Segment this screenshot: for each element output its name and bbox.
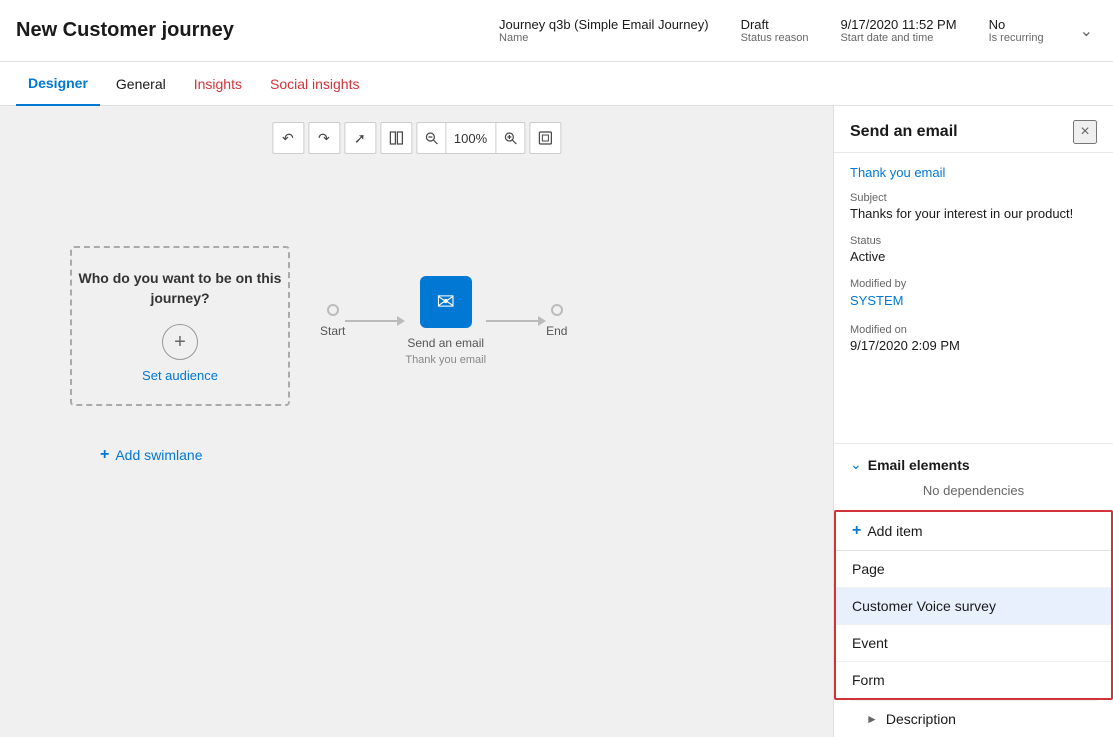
email-elements-title: Email elements <box>868 457 970 473</box>
status-reason-label: Status reason <box>741 32 809 44</box>
email-node[interactable]: ✉ Send an email Thank you email <box>405 276 486 366</box>
email-elements-section: ⌄ Email elements No dependencies + Add i… <box>834 443 1113 737</box>
status-reason-value: Draft <box>741 17 809 32</box>
right-panel: Send an email × Thank you email Subject … <box>833 106 1113 737</box>
modified-by-label: Modified by <box>850 278 1097 290</box>
expand-button[interactable]: ➚ <box>344 122 376 154</box>
set-audience-link[interactable]: Set audience <box>142 368 218 383</box>
tab-social-insights-label: Social insights <box>270 76 360 92</box>
canvas-toolbar: ↶ ↷ ➚ 100% <box>264 114 569 162</box>
tab-general[interactable]: General <box>104 62 178 106</box>
email-link[interactable]: Thank you email <box>850 165 1097 180</box>
page-title: New Customer journey <box>16 19 234 42</box>
header-meta-status: Draft Status reason <box>741 17 809 44</box>
panel-title: Send an email <box>850 123 958 141</box>
modified-by-link[interactable]: SYSTEM <box>850 293 903 308</box>
add-item-plus-icon: + <box>852 522 861 540</box>
recurring-value: No <box>989 17 1044 32</box>
dropdown-item-page[interactable]: Page <box>836 551 1111 588</box>
panel-header: Send an email × <box>834 106 1113 153</box>
audience-box-text: Who do you want to be on this journey? <box>72 269 288 308</box>
audience-plus-icon[interactable]: + <box>162 324 198 360</box>
dropdown-item-form-label: Form <box>852 672 885 688</box>
email-node-label: Send an email <box>407 336 484 350</box>
end-label: End <box>546 324 567 338</box>
add-item-dropdown: + Add item Page Customer Voice survey Ev… <box>834 510 1113 700</box>
header-expand-icon[interactable]: ⌄ <box>1076 17 1097 45</box>
tab-insights-label: Insights <box>194 76 242 92</box>
email-elements-chevron-icon[interactable]: ⌄ <box>850 456 862 473</box>
start-label: Start <box>320 324 345 338</box>
tab-social-insights[interactable]: Social insights <box>258 62 372 106</box>
status-value: Active <box>850 249 1097 264</box>
add-item-button[interactable]: + Add item <box>836 512 1111 551</box>
flow-arrow-2 <box>486 316 546 326</box>
panel-close-button[interactable]: × <box>1073 120 1097 144</box>
zoom-out-button[interactable] <box>417 122 445 154</box>
dropdown-item-page-label: Page <box>852 561 885 577</box>
header-meta: Journey q3b (Simple Email Journey) Name … <box>499 17 1097 45</box>
status-field: Status Active <box>850 235 1097 264</box>
main-layout: ↶ ↷ ➚ 100% Who do you w <box>0 106 1113 737</box>
start-date-value: 9/17/2020 11:52 PM <box>840 17 956 32</box>
email-node-sublabel: Thank you email <box>405 354 486 366</box>
end-node: End <box>546 304 567 338</box>
modified-by-field: Modified by SYSTEM <box>850 278 1097 310</box>
dropdown-item-event-label: Event <box>852 635 888 651</box>
subject-value: Thanks for your interest in our product! <box>850 206 1097 221</box>
status-label: Status <box>850 235 1097 247</box>
add-item-label: Add item <box>867 523 922 539</box>
journey-name-value: Journey q3b (Simple Email Journey) <box>499 17 709 32</box>
tab-insights[interactable]: Insights <box>182 62 254 106</box>
fit-button[interactable] <box>529 122 561 154</box>
journey-flow: Start ✉ Send an email Thank you email <box>320 276 567 366</box>
add-swimlane-label: Add swimlane <box>115 447 202 463</box>
email-elements-header: ⌄ Email elements <box>850 456 1097 473</box>
tabs-bar: Designer General Insights Social insight… <box>0 62 1113 106</box>
description-row[interactable]: ► Description <box>850 700 1097 737</box>
flow-arrow-1 <box>345 316 405 326</box>
no-dependencies-label: No dependencies <box>850 483 1097 498</box>
dropdown-item-customer-voice[interactable]: Customer Voice survey <box>836 588 1111 625</box>
email-icon: ✉ <box>436 289 454 315</box>
tab-general-label: General <box>116 76 166 92</box>
dropdown-item-event[interactable]: Event <box>836 625 1111 662</box>
redo-button[interactable]: ↷ <box>308 122 340 154</box>
tab-designer[interactable]: Designer <box>16 62 100 106</box>
subject-label: Subject <box>850 192 1097 204</box>
add-swimlane-icon: + <box>100 446 109 464</box>
zoom-in-button[interactable] <box>496 122 524 154</box>
dropdown-item-customer-voice-label: Customer Voice survey <box>852 598 996 614</box>
undo-button[interactable]: ↶ <box>272 122 304 154</box>
description-label: Description <box>886 711 956 727</box>
journey-name-label: Name <box>499 32 709 44</box>
header-meta-name: Journey q3b (Simple Email Journey) Name <box>499 17 709 44</box>
dropdown-item-form[interactable]: Form <box>836 662 1111 698</box>
subject-field: Subject Thanks for your interest in our … <box>850 192 1097 221</box>
start-date-label: Start date and time <box>840 32 956 44</box>
description-chevron-icon: ► <box>866 712 878 726</box>
journey-canvas[interactable]: ↶ ↷ ➚ 100% Who do you w <box>0 106 833 737</box>
header-meta-date: 9/17/2020 11:52 PM Start date and time <box>840 17 956 44</box>
zoom-control: 100% <box>416 122 525 154</box>
recurring-label: Is recurring <box>989 32 1044 44</box>
panel-body: Thank you email Subject Thanks for your … <box>834 153 1113 443</box>
header: New Customer journey Journey q3b (Simple… <box>0 0 1113 62</box>
zoom-level-label: 100% <box>445 122 496 154</box>
add-swimlane-button[interactable]: + Add swimlane <box>100 446 203 464</box>
columns-button[interactable] <box>380 122 412 154</box>
tab-designer-label: Designer <box>28 75 88 91</box>
modified-on-value: 9/17/2020 2:09 PM <box>850 338 1097 353</box>
modified-on-label: Modified on <box>850 324 1097 336</box>
journey-content: Who do you want to be on this journey? +… <box>40 166 833 737</box>
modified-on-field: Modified on 9/17/2020 2:09 PM <box>850 324 1097 353</box>
start-node: Start <box>320 304 345 338</box>
audience-box[interactable]: Who do you want to be on this journey? +… <box>70 246 290 406</box>
email-node-box[interactable]: ✉ <box>420 276 472 328</box>
header-meta-recurring: No Is recurring <box>989 17 1044 44</box>
